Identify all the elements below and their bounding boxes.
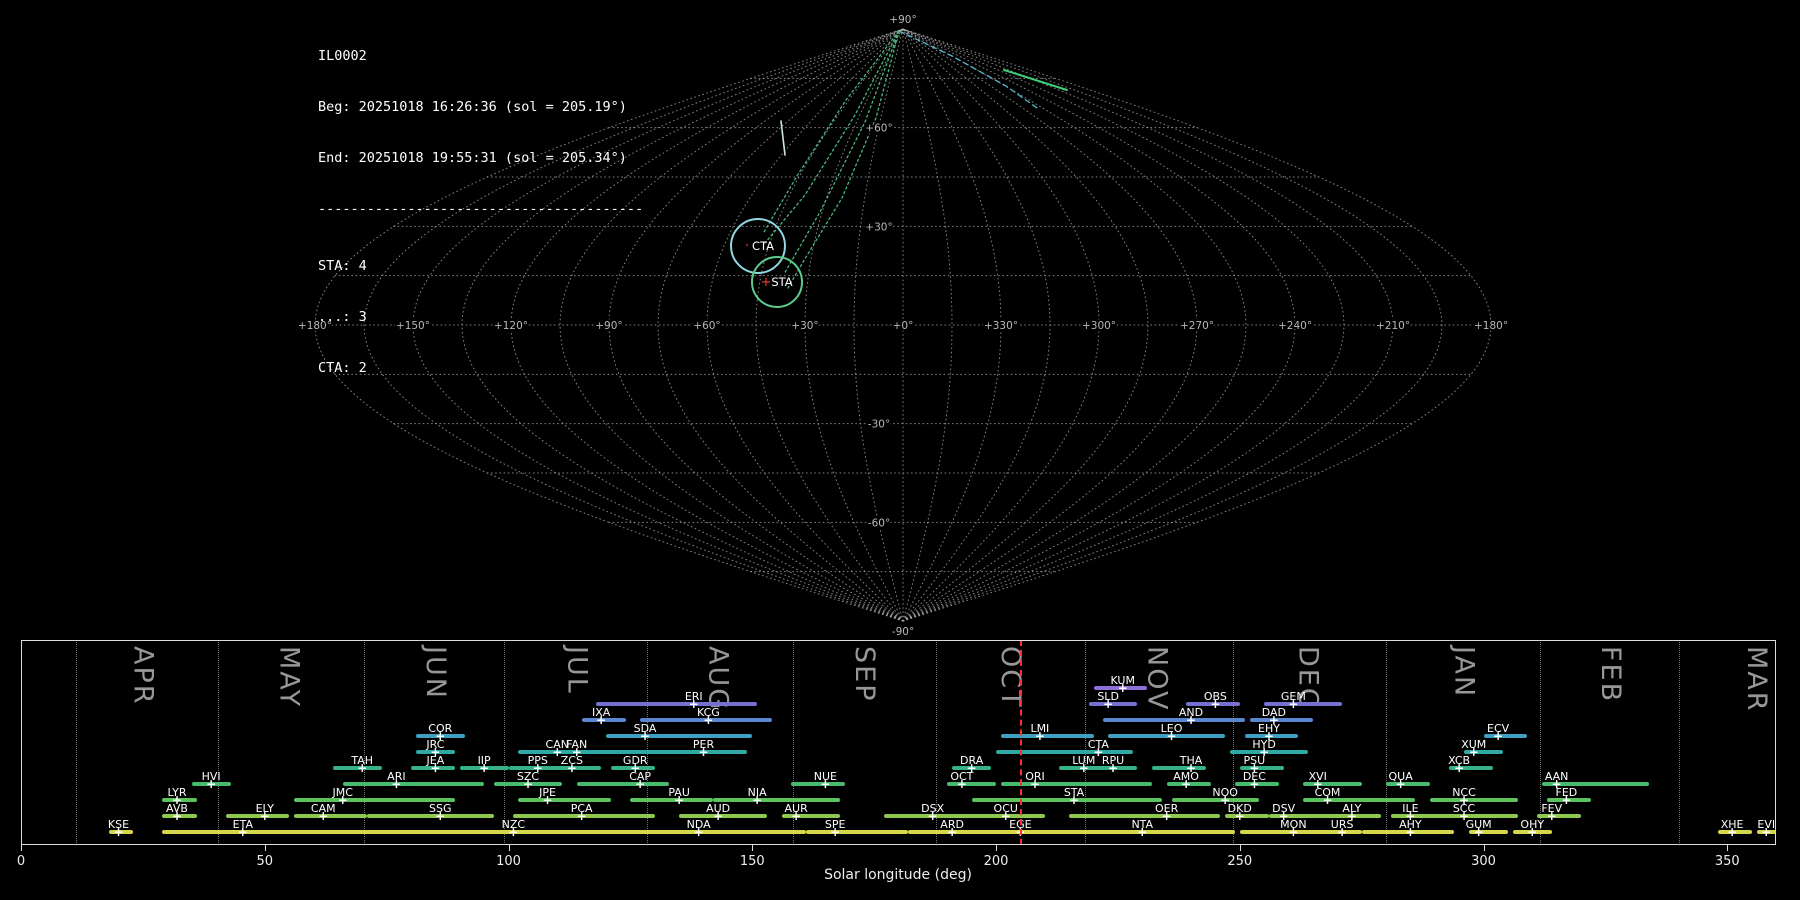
x-tick (752, 845, 754, 851)
x-tick-label: 250 (1227, 854, 1253, 869)
chart-frame (21, 640, 1776, 845)
x-tick-label: 300 (1471, 854, 1496, 869)
activity-chart: APRMAYJUNJULAUGSEPOCTNOVDECJANFEBMARKUM+… (0, 0, 1800, 900)
x-tick (1239, 845, 1241, 851)
x-tick-label: 350 (1714, 854, 1740, 869)
x-tick (508, 845, 510, 851)
x-tick (264, 845, 266, 851)
x-tick (1727, 845, 1729, 851)
x-tick-label: 200 (983, 854, 1009, 869)
x-tick (996, 845, 997, 851)
x-tick-label: 150 (739, 854, 765, 869)
x-tick (1483, 845, 1485, 851)
x-tick (21, 845, 22, 851)
x-tick-label: 0 (16, 854, 26, 869)
x-tick-label: 50 (256, 854, 274, 869)
x-axis-title: Solar longitude (deg) (824, 867, 972, 883)
x-tick-label: 100 (496, 854, 521, 869)
